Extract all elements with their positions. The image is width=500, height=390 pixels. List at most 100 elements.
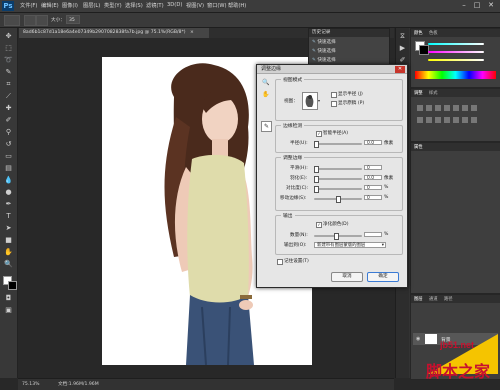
brush-add-selection-icon[interactable] [36, 15, 48, 26]
feather-input[interactable]: 0.0 [364, 175, 382, 181]
show-radius-checkbox[interactable] [331, 92, 337, 98]
minimize-icon[interactable]: – [458, 1, 470, 10]
dialog-close-icon[interactable]: ✕ [395, 66, 405, 73]
type-tool-icon[interactable]: T [4, 212, 13, 221]
menu-file[interactable]: 文件(F) [20, 2, 37, 9]
menu-window[interactable]: 窗口(W) [207, 2, 227, 9]
refine-radius-tool-icon[interactable]: ✎ [261, 121, 272, 132]
document-tab[interactable]: 8ad6b1c87d1a18e6a4e07349b2907082838fa7b.… [19, 28, 209, 38]
decontaminate-checkbox[interactable]: ✓ [316, 222, 322, 228]
output-to-select[interactable]: 新建带有图层蒙版的图层 ▾ [314, 242, 386, 248]
brush-new-selection-icon[interactable] [24, 15, 36, 26]
tab-styles[interactable]: 样式 [429, 90, 438, 97]
green-slider[interactable] [414, 49, 496, 55]
crop-tool-icon[interactable]: ⌗ [4, 80, 13, 89]
lasso-tool-icon[interactable]: ➰ [4, 56, 13, 65]
menu-layer[interactable]: 图层(L) [83, 2, 100, 9]
document-tab-title: 8ad6b1c87d1a18e6a4e07349b2907082838fa7b.… [23, 30, 186, 35]
tab-paths[interactable]: 路径 [444, 296, 453, 303]
history-brush-tool-icon[interactable]: ↺ [4, 140, 13, 149]
eraser-tool-icon[interactable]: ▭ [4, 152, 13, 161]
hand-tool-icon[interactable]: ✋ [4, 248, 13, 257]
radius-slider[interactable] [314, 141, 362, 148]
tab-color[interactable]: 颜色 [414, 30, 423, 37]
menu-view[interactable]: 视图(V) [186, 2, 204, 9]
contrast-slider-handle[interactable] [314, 186, 319, 193]
view-preview-thumbnail[interactable] [302, 92, 318, 110]
blue-slider[interactable] [414, 57, 496, 63]
red-slider[interactable] [414, 41, 496, 47]
dialog-title: 调整边缘 [257, 65, 407, 74]
contrast-input[interactable]: 0 [364, 185, 382, 191]
tool-preset-picker[interactable] [4, 15, 20, 26]
feather-slider[interactable] [314, 176, 362, 183]
menu-select[interactable]: 选择(S) [125, 2, 143, 9]
healing-brush-tool-icon[interactable]: ✚ [4, 104, 13, 113]
contrast-slider[interactable] [314, 186, 362, 193]
move-tool-icon[interactable]: ✥ [4, 32, 13, 41]
remember-settings-checkbox[interactable] [277, 259, 283, 265]
menu-image[interactable]: 图像(I) [62, 2, 78, 9]
clone-stamp-tool-icon[interactable]: ⚲ [4, 128, 13, 137]
tab-adjustments[interactable]: 调整 [414, 90, 423, 97]
radius-slider-handle[interactable] [314, 141, 319, 148]
actions-panel-icon[interactable]: ▶ [398, 44, 407, 53]
zoom-tool-icon[interactable]: 🔍 [262, 79, 269, 86]
shift-edge-input[interactable]: 0 [364, 195, 382, 201]
zoom-tool-icon[interactable]: 🔍 [4, 260, 13, 269]
adjustment-icons-row[interactable] [417, 105, 477, 111]
brush-tool-icon[interactable]: ✐ [4, 116, 13, 125]
menu-filter[interactable]: 滤镜(T) [146, 2, 164, 9]
history-panel-icon[interactable]: ⧖ [398, 32, 407, 41]
tab-swatches[interactable]: 色板 [429, 30, 438, 37]
ok-button[interactable]: 确定 [367, 272, 399, 282]
tab-channels[interactable]: 通道 [429, 296, 438, 303]
quick-selection-tool-icon[interactable]: ✎ [4, 68, 13, 77]
size-input[interactable]: 35 [66, 15, 80, 24]
edge-detection-group: 边缘检测 ✓ 智能半径(A) 半径(U): 0.0 像素 [275, 122, 403, 153]
smooth-input[interactable]: 0 [364, 165, 382, 171]
close-icon[interactable]: ✕ [485, 1, 497, 10]
feather-slider-handle[interactable] [314, 176, 319, 183]
cancel-button[interactable]: 取消 [331, 272, 363, 282]
menu-3d[interactable]: 3D(D) [167, 2, 182, 8]
history-panel-title[interactable]: 历史记录 [309, 29, 389, 37]
marquee-tool-icon[interactable]: ⬚ [4, 44, 13, 53]
amount-slider[interactable] [314, 233, 362, 240]
decontaminate-label: 净化颜色(D) [323, 222, 349, 227]
shift-edge-slider[interactable] [314, 196, 362, 203]
zoom-level[interactable]: 75.13% [22, 379, 40, 390]
smooth-slider-handle[interactable] [314, 166, 319, 173]
radius-input[interactable]: 0.0 [364, 140, 382, 146]
hand-tool-icon[interactable]: ✋ [262, 91, 269, 98]
feather-label: 羽化(E): [290, 176, 308, 181]
screen-mode-icon[interactable]: ▣ [4, 306, 13, 315]
history-item[interactable]: ✎ 快速选择 [312, 48, 386, 56]
dodge-tool-icon[interactable]: ● [4, 188, 13, 197]
background-color-swatch[interactable] [8, 281, 17, 290]
quick-mask-icon[interactable]: ◘ [4, 294, 13, 303]
gradient-tool-icon[interactable]: ▤ [4, 164, 13, 173]
color-spectrum-bar[interactable] [415, 71, 496, 79]
blur-tool-icon[interactable]: 💧 [4, 176, 13, 185]
path-selection-tool-icon[interactable]: ➤ [4, 224, 13, 233]
amount-slider-handle[interactable] [334, 233, 339, 240]
history-item[interactable]: ✎ 快速选择 [312, 39, 386, 47]
show-original-checkbox[interactable] [331, 101, 337, 107]
pen-tool-icon[interactable]: ✒ [4, 200, 13, 209]
eyedropper-tool-icon[interactable]: ⟋ [4, 92, 13, 101]
adjustment-icons-row[interactable] [417, 117, 477, 123]
tab-layers[interactable]: 图层 [414, 296, 423, 303]
amount-input[interactable] [364, 232, 382, 237]
shape-tool-icon[interactable]: ■ [4, 236, 13, 245]
smart-radius-checkbox[interactable]: ✓ [316, 131, 322, 137]
shift-edge-slider-handle[interactable] [336, 196, 341, 203]
menu-type[interactable]: 类型(Y) [104, 2, 122, 9]
maximize-icon[interactable]: □ [471, 1, 483, 10]
menu-edit[interactable]: 编辑(E) [41, 2, 59, 9]
chevron-down-icon[interactable]: ▾ [318, 98, 320, 103]
menu-help[interactable]: 帮助(H) [228, 2, 246, 9]
smooth-slider[interactable] [314, 166, 362, 173]
tab-properties[interactable]: 属性 [414, 144, 423, 151]
tab-close-icon[interactable]: × [190, 30, 194, 35]
